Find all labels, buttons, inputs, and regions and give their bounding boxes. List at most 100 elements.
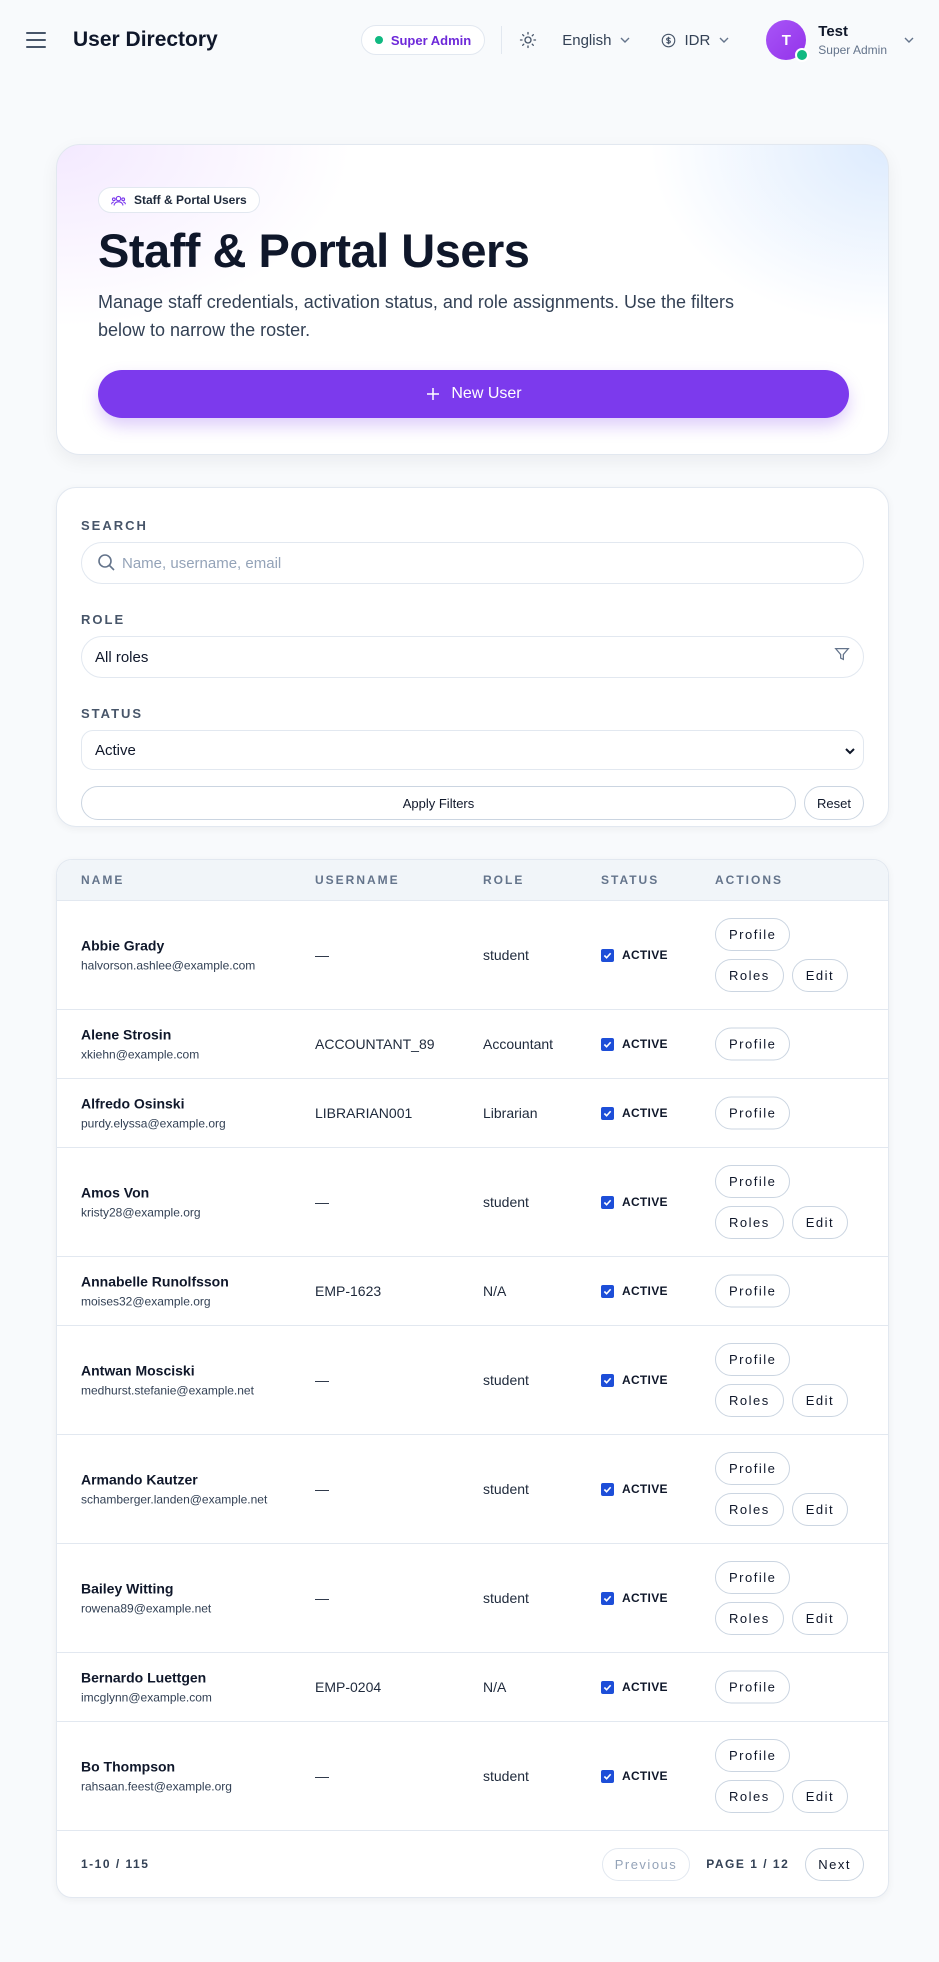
checkbox-checked-icon[interactable]: [601, 1680, 614, 1694]
user-email: rahsaan.feest@example.org: [81, 1779, 232, 1794]
status-cell: ACTIVE: [601, 1037, 668, 1051]
profile-button[interactable]: Profile: [715, 1343, 791, 1376]
new-user-label: New User: [451, 385, 522, 403]
roles-button[interactable]: Roles: [715, 1493, 784, 1526]
checkbox-checked-icon[interactable]: [601, 948, 614, 962]
role-cell: student: [483, 1590, 529, 1606]
table-body: Abbie Grady halvorson.ashlee@example.com…: [57, 901, 888, 1831]
status-badge: ACTIVE: [622, 948, 668, 962]
username-cell: —: [315, 1481, 329, 1497]
username-cell: —: [315, 1590, 329, 1606]
status-badge: ACTIVE: [622, 1195, 668, 1209]
user-email: xkiehn@example.com: [81, 1047, 200, 1062]
username-cell: —: [315, 1194, 329, 1210]
checkbox-checked-icon[interactable]: [601, 1373, 614, 1387]
user-email: purdy.elyssa@example.org: [81, 1116, 226, 1131]
checkbox-checked-icon[interactable]: [601, 1195, 614, 1209]
edit-button[interactable]: Edit: [791, 1384, 849, 1417]
language-dropdown[interactable]: English: [562, 32, 631, 49]
filter-card: SEARCH Name, username, email ROLE All ro…: [56, 487, 889, 827]
pager: Previous PAGE 1 / 12 Next: [601, 1847, 864, 1881]
user-email: imcglynn@example.com: [81, 1690, 212, 1705]
name-cell: Annabelle Runolfsson moises32@example.or…: [81, 1274, 229, 1309]
row-actions: Profile: [715, 1274, 865, 1308]
user-email: kristy28@example.org: [81, 1205, 201, 1220]
page-title: Staff & Portal Users: [98, 224, 530, 277]
user-name: Test: [818, 22, 849, 40]
username-cell: —: [315, 947, 329, 963]
status-cell: ACTIVE: [601, 1284, 668, 1298]
role-label: ROLE: [81, 612, 126, 627]
status-badge: ACTIVE: [622, 1591, 668, 1605]
edit-button[interactable]: Edit: [791, 1493, 849, 1526]
roles-button[interactable]: Roles: [715, 1384, 784, 1417]
hero-badge-label: Staff & Portal Users: [134, 193, 247, 207]
roles-button[interactable]: Roles: [715, 1602, 784, 1635]
new-user-button[interactable]: New User: [98, 370, 849, 419]
profile-button[interactable]: Profile: [715, 1274, 791, 1308]
user-email: moises32@example.org: [81, 1294, 211, 1309]
edit-button[interactable]: Edit: [791, 959, 849, 992]
top-bar: User Directory Super Admin English IDR T…: [0, 0, 939, 80]
username-cell: —: [315, 1768, 329, 1784]
page-indicator: PAGE 1 / 12: [706, 1857, 790, 1871]
user-full-name: Alfredo Osinski: [81, 1095, 185, 1112]
user-menu[interactable]: T Test Super Admin: [766, 20, 915, 62]
username-cell: —: [315, 1372, 329, 1388]
role-cell: student: [483, 1372, 529, 1388]
roles-button[interactable]: Roles: [715, 1780, 784, 1813]
profile-button[interactable]: Profile: [715, 1561, 791, 1594]
profile-button[interactable]: Profile: [715, 1165, 791, 1198]
table-row: Antwan Mosciski medhurst.stefanie@exampl…: [57, 1326, 888, 1435]
next-button[interactable]: Next: [805, 1847, 864, 1881]
checkbox-checked-icon[interactable]: [601, 1591, 614, 1605]
roles-button[interactable]: Roles: [715, 959, 784, 992]
role-select[interactable]: All roles: [81, 636, 864, 678]
checkbox-checked-icon[interactable]: [601, 1037, 614, 1051]
role-cell: student: [483, 1768, 529, 1784]
table-row: Annabelle Runolfsson moises32@example.or…: [57, 1257, 888, 1326]
user-email: rowena89@example.net: [81, 1601, 212, 1616]
table-header: NAME USERNAME ROLE STATUS ACTIONS: [57, 860, 888, 901]
profile-button[interactable]: Profile: [715, 1739, 791, 1772]
plus-icon: [427, 388, 440, 401]
hamburger-icon[interactable]: [26, 32, 46, 48]
profile-button[interactable]: Profile: [715, 1027, 791, 1061]
roles-button[interactable]: Roles: [715, 1206, 784, 1239]
status-label: STATUS: [81, 706, 144, 721]
edit-button[interactable]: Edit: [791, 1780, 849, 1813]
checkbox-checked-icon[interactable]: [601, 1482, 614, 1496]
checkbox-checked-icon[interactable]: [601, 1769, 614, 1783]
currency-dropdown[interactable]: IDR: [661, 32, 730, 49]
previous-button[interactable]: Previous: [601, 1847, 691, 1881]
checkbox-checked-icon[interactable]: [601, 1106, 614, 1120]
profile-button[interactable]: Profile: [715, 1670, 791, 1704]
profile-button[interactable]: Profile: [715, 1452, 791, 1485]
reset-button[interactable]: Reset: [804, 786, 864, 820]
page-description: Manage staff credentials, activation sta…: [98, 292, 734, 341]
profile-button[interactable]: Profile: [715, 918, 791, 951]
edit-button[interactable]: Edit: [791, 1206, 849, 1239]
divider: [501, 26, 503, 54]
user-email: medhurst.stefanie@example.net: [81, 1383, 254, 1398]
role-cell: student: [483, 947, 529, 963]
sun-icon[interactable]: [518, 30, 538, 50]
username-cell: LIBRARIAN001: [315, 1105, 413, 1121]
users-table: NAME USERNAME ROLE STATUS ACTIONS Abbie …: [56, 859, 889, 1898]
name-cell: Amos Von kristy28@example.org: [81, 1185, 201, 1220]
search-input[interactable]: Name, username, email: [81, 542, 864, 584]
pagination: 1-10 / 115 Previous PAGE 1 / 12 Next: [57, 1831, 888, 1897]
avatar: T: [766, 20, 810, 62]
status-badge: ACTIVE: [622, 1680, 668, 1694]
column-header-actions: ACTIONS: [715, 873, 783, 887]
status-cell: ACTIVE: [601, 948, 668, 962]
role-cell: student: [483, 1194, 529, 1210]
apply-filters-button[interactable]: Apply Filters: [81, 786, 796, 820]
status-select[interactable]: Active: [81, 730, 864, 770]
row-actions: Profile: [715, 1670, 865, 1704]
edit-button[interactable]: Edit: [791, 1602, 849, 1635]
checkbox-checked-icon[interactable]: [601, 1284, 614, 1298]
profile-button[interactable]: Profile: [715, 1096, 791, 1130]
coin-icon: [662, 33, 676, 47]
table-row: Bernardo Luettgen imcglynn@example.com E…: [57, 1653, 888, 1722]
